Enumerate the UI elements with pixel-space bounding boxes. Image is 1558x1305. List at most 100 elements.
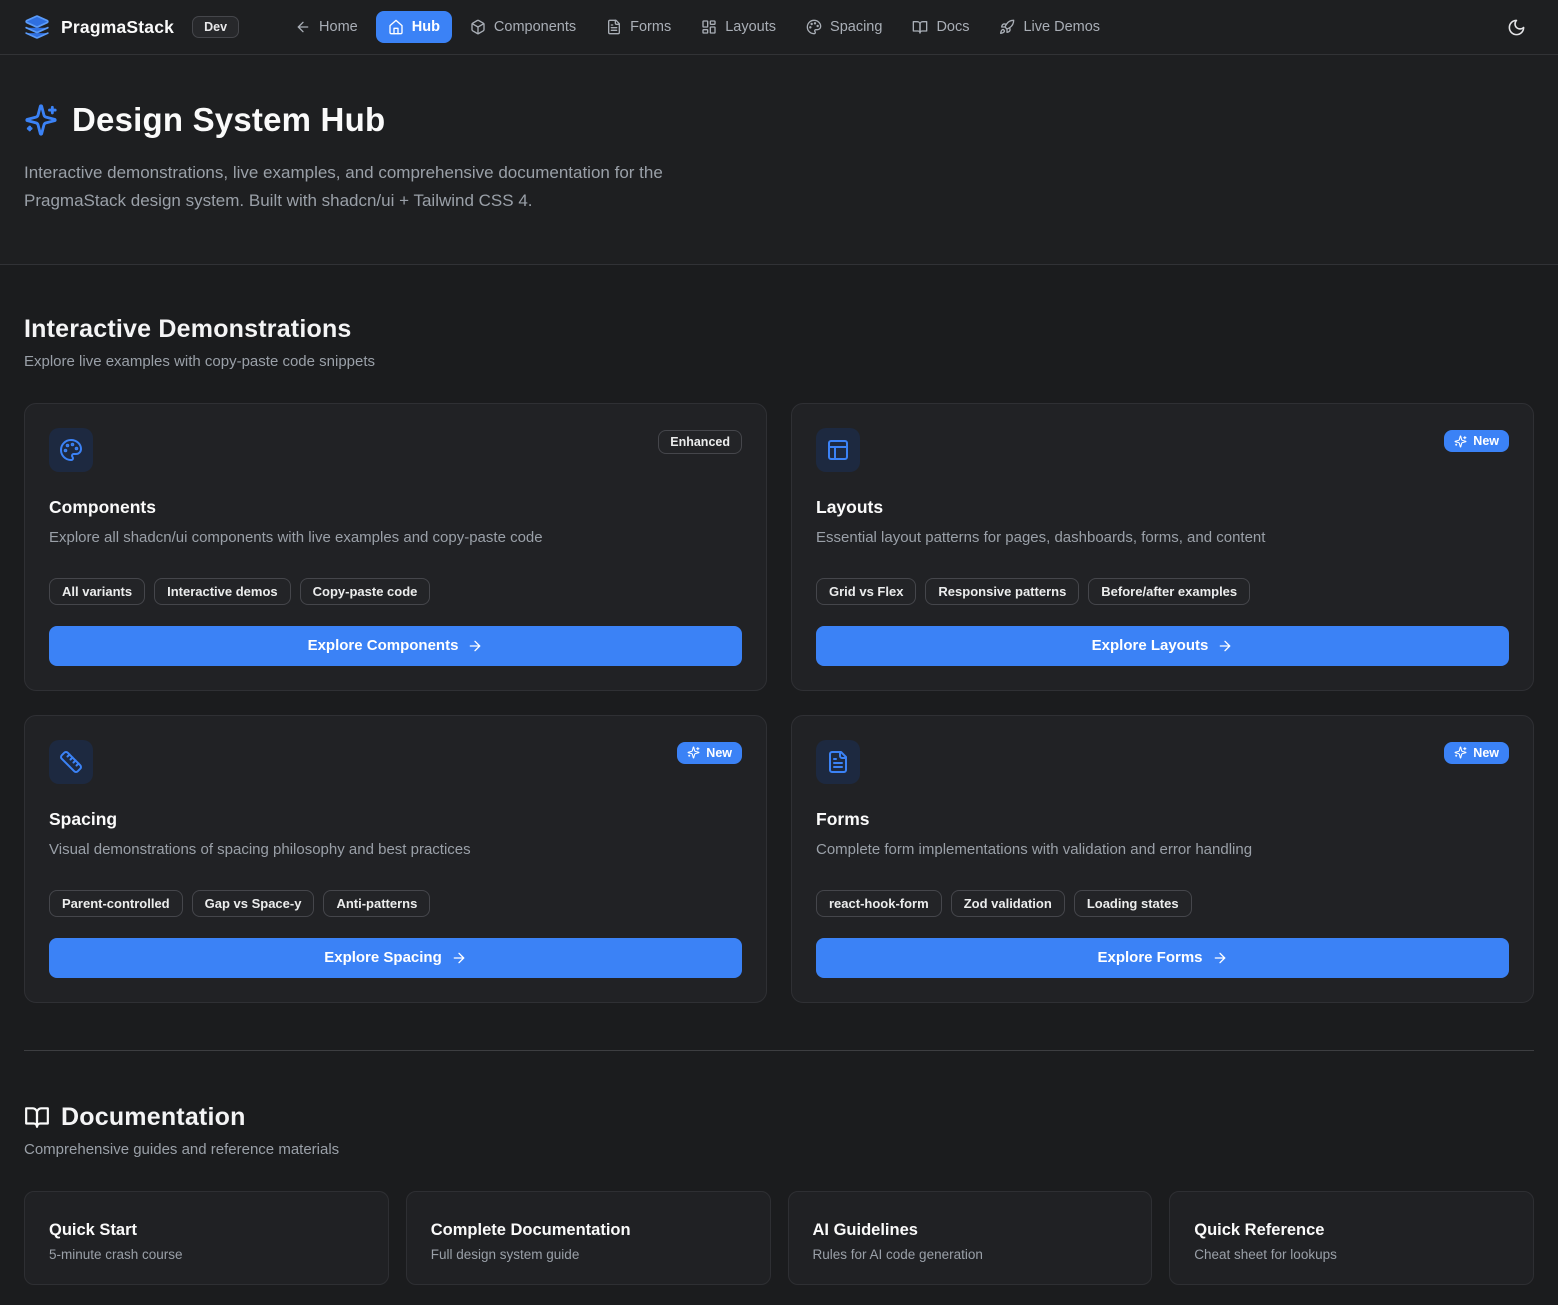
book-open-icon <box>912 19 928 35</box>
doc-card-title: Complete Documentation <box>431 1221 746 1240</box>
page-description: Interactive demonstrations, live example… <box>24 159 764 214</box>
nav-item-home[interactable]: Home <box>283 11 370 43</box>
doc-card-description: 5-minute crash course <box>49 1247 364 1262</box>
explore-components-button[interactable]: Explore Components <box>49 626 742 666</box>
brand-name: PragmaStack <box>61 17 174 38</box>
nav-item-spacing[interactable]: Spacing <box>794 11 894 43</box>
nav-item-label: Home <box>319 19 358 35</box>
sparkles-icon <box>1454 435 1467 448</box>
moon-icon <box>1507 18 1526 37</box>
nav-links: Home Hub Components Forms Layouts Spacin… <box>283 11 1112 43</box>
page-title: Design System Hub <box>72 101 385 139</box>
card-description: Essential layout patterns for pages, das… <box>816 527 1509 549</box>
tag: react-hook-form <box>816 890 942 917</box>
doc-card-title: AI Guidelines <box>813 1221 1128 1240</box>
card-title: Forms <box>816 809 1509 830</box>
theme-toggle-button[interactable] <box>1499 10 1534 45</box>
env-badge: Dev <box>192 16 239 38</box>
tag: All variants <box>49 578 145 605</box>
nav-item-forms[interactable]: Forms <box>594 11 683 43</box>
tag-row: Grid vs Flex Responsive patterns Before/… <box>816 578 1509 605</box>
doc-card-quick-reference[interactable]: Quick Reference Cheat sheet for lookups <box>1169 1191 1534 1285</box>
arrow-right-icon <box>467 638 483 654</box>
button-label: Explore Forms <box>1097 949 1202 966</box>
doc-card-complete-documentation[interactable]: Complete Documentation Full design syste… <box>406 1191 771 1285</box>
main-content: Interactive Demonstrations Explore live … <box>0 265 1558 1305</box>
button-label: Explore Components <box>308 637 459 654</box>
home-icon <box>388 19 404 35</box>
brand[interactable]: PragmaStack Dev <box>24 14 239 40</box>
sparkles-icon <box>1454 746 1467 759</box>
badge-label: New <box>1473 746 1499 760</box>
nav-item-label: Layouts <box>725 19 776 35</box>
palette-icon <box>49 428 93 472</box>
tag: Parent-controlled <box>49 890 183 917</box>
nav-item-layouts[interactable]: Layouts <box>689 11 788 43</box>
file-text-icon <box>606 19 622 35</box>
demo-card-forms: New Forms Complete form implementations … <box>791 715 1534 1003</box>
box-icon <box>470 19 486 35</box>
tag-row: react-hook-form Zod validation Loading s… <box>816 890 1509 917</box>
badge-label: New <box>1473 434 1499 448</box>
nav-item-hub[interactable]: Hub <box>376 11 452 43</box>
sparkles-icon <box>24 103 58 137</box>
explore-forms-button[interactable]: Explore Forms <box>816 938 1509 978</box>
badge-label: New <box>706 746 732 760</box>
demo-card-grid: Enhanced Components Explore all shadcn/u… <box>24 403 1534 1003</box>
explore-layouts-button[interactable]: Explore Layouts <box>816 626 1509 666</box>
demo-card-layouts: New Layouts Essential layout patterns fo… <box>791 403 1534 691</box>
file-text-icon <box>816 740 860 784</box>
section-title: Documentation <box>61 1103 246 1132</box>
ruler-icon <box>49 740 93 784</box>
card-description: Complete form implementations with valid… <box>816 839 1509 861</box>
demo-card-components: Enhanced Components Explore all shadcn/u… <box>24 403 767 691</box>
nav-item-label: Docs <box>936 19 969 35</box>
doc-card-title: Quick Reference <box>1194 1221 1509 1240</box>
tag: Grid vs Flex <box>816 578 916 605</box>
doc-card-description: Rules for AI code generation <box>813 1247 1128 1262</box>
sparkles-icon <box>687 746 700 759</box>
doc-card-ai-guidelines[interactable]: AI Guidelines Rules for AI code generati… <box>788 1191 1153 1285</box>
card-title: Components <box>49 497 742 518</box>
nav-item-docs[interactable]: Docs <box>900 11 981 43</box>
tag-row: Parent-controlled Gap vs Space-y Anti-pa… <box>49 890 742 917</box>
section-title: Interactive Demonstrations <box>24 315 1534 344</box>
card-description: Explore all shadcn/ui components with li… <box>49 527 742 549</box>
new-badge: New <box>1444 430 1509 452</box>
card-description: Visual demonstrations of spacing philoso… <box>49 839 742 861</box>
palette-icon <box>806 19 822 35</box>
tag: Zod validation <box>951 890 1065 917</box>
section-subtitle: Explore live examples with copy-paste co… <box>24 353 1534 370</box>
nav-item-label: Components <box>494 19 576 35</box>
nav-item-label: Hub <box>412 19 440 35</box>
book-open-icon <box>24 1104 50 1130</box>
new-badge: New <box>1444 742 1509 764</box>
demo-card-spacing: New Spacing Visual demonstrations of spa… <box>24 715 767 1003</box>
layers-icon <box>24 14 50 40</box>
docs-card-grid: Quick Start 5-minute crash course Comple… <box>24 1191 1534 1285</box>
nav-item-live-demos[interactable]: Live Demos <box>987 11 1112 43</box>
nav-item-components[interactable]: Components <box>458 11 588 43</box>
tag: Responsive patterns <box>925 578 1079 605</box>
doc-card-title: Quick Start <box>49 1221 364 1240</box>
tag: Before/after examples <box>1088 578 1250 605</box>
top-navigation: PragmaStack Dev Home Hub Components Form… <box>0 0 1558 55</box>
nav-item-label: Live Demos <box>1023 19 1100 35</box>
doc-card-quick-start[interactable]: Quick Start 5-minute crash course <box>24 1191 389 1285</box>
arrow-right-icon <box>1217 638 1233 654</box>
arrow-right-icon <box>1212 950 1228 966</box>
nav-item-label: Forms <box>630 19 671 35</box>
doc-card-description: Full design system guide <box>431 1247 746 1262</box>
tag-row: All variants Interactive demos Copy-past… <box>49 578 742 605</box>
rocket-icon <box>999 19 1015 35</box>
button-label: Explore Layouts <box>1092 637 1209 654</box>
doc-card-description: Cheat sheet for lookups <box>1194 1247 1509 1262</box>
hero-section: Design System Hub Interactive demonstrat… <box>0 55 1558 265</box>
documentation-section: Documentation Comprehensive guides and r… <box>24 1103 1534 1285</box>
interactive-demos-section: Interactive Demonstrations Explore live … <box>24 315 1534 1003</box>
explore-spacing-button[interactable]: Explore Spacing <box>49 938 742 978</box>
tag: Anti-patterns <box>323 890 430 917</box>
section-divider <box>24 1050 1534 1051</box>
card-title: Layouts <box>816 497 1509 518</box>
tag: Interactive demos <box>154 578 291 605</box>
